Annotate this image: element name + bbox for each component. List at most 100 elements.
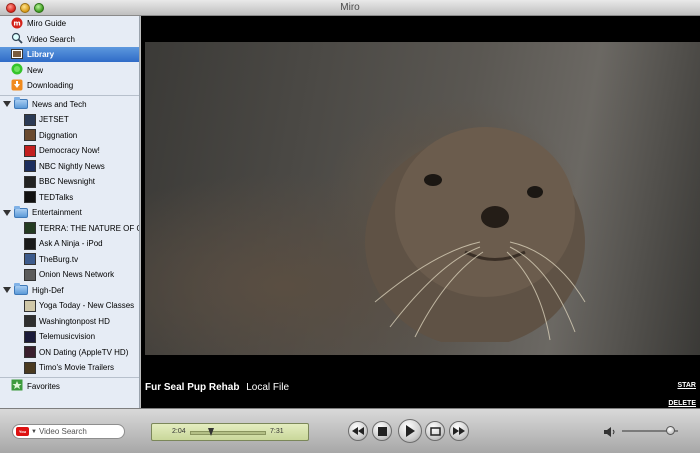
youtube-icon[interactable]: You bbox=[16, 427, 29, 436]
channel-item[interactable]: ON Dating (AppleTV HD) bbox=[0, 345, 139, 360]
play-button[interactable] bbox=[398, 419, 422, 443]
folder-entertainment[interactable]: Entertainment bbox=[0, 205, 139, 220]
channel-thumbnail-icon bbox=[24, 237, 36, 250]
folder-news-and-tech[interactable]: News and Tech bbox=[0, 97, 139, 112]
fast-forward-icon bbox=[453, 427, 465, 435]
sidebar-item-label: Downloading bbox=[27, 81, 74, 90]
channel-item[interactable]: TEDTalks bbox=[0, 190, 139, 205]
folder-icon bbox=[14, 283, 28, 295]
stop-button[interactable] bbox=[372, 421, 392, 441]
channel-item[interactable]: NBC Nightly News bbox=[0, 159, 139, 174]
video-source-label: Local File bbox=[246, 382, 290, 393]
channel-label: TheBurg.tv bbox=[39, 254, 79, 264]
sidebar-item-label: Miro Guide bbox=[27, 19, 67, 28]
fast-forward-button[interactable] bbox=[449, 421, 469, 441]
channel-item[interactable]: Telemusicvision bbox=[0, 329, 139, 344]
sidebar-item-downloading[interactable]: Downloading bbox=[0, 78, 139, 93]
channel-thumbnail-icon bbox=[24, 222, 36, 234]
video-player[interactable]: Fur Seal Pup Rehab Local File STAR DELET… bbox=[141, 16, 700, 408]
channel-thumbnail-icon bbox=[24, 268, 36, 281]
seek-bar[interactable] bbox=[190, 431, 266, 435]
channel-item[interactable]: BBC Newsnight bbox=[0, 174, 139, 189]
search-engine-dropdown-icon[interactable]: ▼ bbox=[31, 429, 37, 435]
channel-item[interactable]: Timo's Movie Trailers bbox=[0, 360, 139, 375]
channel-item[interactable]: Yoga Today - New Classes bbox=[0, 298, 139, 313]
channel-label: Diggnation bbox=[39, 130, 78, 140]
channel-thumbnail-icon bbox=[24, 346, 36, 358]
channel-label: Timo's Movie Trailers bbox=[39, 363, 115, 372]
disclosure-triangle-icon[interactable] bbox=[3, 209, 11, 216]
video-search-field[interactable]: You ▼ Video Search bbox=[12, 424, 125, 439]
download-icon bbox=[11, 79, 23, 93]
channel-thumbnail-icon bbox=[24, 299, 36, 312]
channel-item[interactable]: Ask A Ninja - iPod bbox=[0, 236, 139, 251]
channel-label: ON Dating (AppleTV HD) bbox=[39, 347, 129, 357]
disclosure-triangle-icon[interactable] bbox=[3, 287, 11, 293]
folder-label: High-Def bbox=[32, 285, 64, 295]
channel-item[interactable]: Democracy Now! bbox=[0, 143, 139, 158]
sidebar-item-new[interactable]: New bbox=[0, 63, 139, 78]
volume-knob[interactable] bbox=[666, 426, 676, 435]
new-badge-icon bbox=[11, 63, 23, 77]
sidebar-item-library[interactable]: Library bbox=[0, 47, 139, 62]
channel-thumbnail-icon bbox=[24, 315, 36, 327]
total-time: 7:31 bbox=[270, 428, 284, 435]
sidebar-item-favorites[interactable]: Favorites bbox=[0, 379, 139, 394]
sidebar-item-label: Video Search bbox=[27, 34, 75, 44]
channel-item[interactable]: TERRA: THE NATURE OF OUR WORLD bbox=[0, 221, 139, 236]
video-title: Fur Seal Pup Rehab bbox=[145, 382, 240, 393]
video-title-bar: Fur Seal Pup Rehab Local File bbox=[145, 382, 289, 393]
sidebar-item-label: New bbox=[27, 65, 44, 75]
sidebar-divider bbox=[0, 376, 139, 378]
channel-label: BBC Newsnight bbox=[39, 177, 96, 186]
video-search-placeholder[interactable]: Video Search bbox=[39, 427, 87, 436]
channel-thumbnail-icon bbox=[24, 144, 36, 157]
progress-panel: 2:04 7:31 bbox=[151, 423, 309, 441]
video-frame[interactable] bbox=[145, 42, 700, 355]
channel-label: NBC Nightly News bbox=[39, 161, 105, 171]
channel-item[interactable]: Washingtonpost HD bbox=[0, 314, 139, 329]
folder-label: Entertainment bbox=[32, 208, 82, 217]
folder-high-def[interactable]: High-Def bbox=[0, 283, 139, 298]
channel-thumbnail-icon bbox=[24, 113, 36, 126]
seal-image bbox=[365, 127, 586, 342]
speaker-icon[interactable] bbox=[604, 426, 616, 438]
channel-label: Yoga Today - New Classes bbox=[39, 301, 135, 310]
sidebar-item-video-search[interactable]: Video Search bbox=[0, 32, 139, 47]
rewind-icon bbox=[352, 427, 364, 435]
seek-handle[interactable] bbox=[208, 428, 215, 436]
channel-thumbnail-icon bbox=[24, 129, 36, 141]
folder-icon bbox=[14, 205, 28, 218]
favorites-icon bbox=[11, 379, 23, 393]
channel-label: Telemusicvision bbox=[39, 332, 96, 341]
channel-item[interactable]: JETSET bbox=[0, 112, 139, 127]
channel-label: Onion News Network bbox=[39, 270, 115, 279]
channel-item[interactable]: Diggnation bbox=[0, 128, 139, 143]
fullscreen-button[interactable] bbox=[425, 421, 445, 441]
rewind-button[interactable] bbox=[348, 421, 368, 441]
folder-icon bbox=[14, 97, 28, 109]
channel-label: Ask A Ninja - iPod bbox=[39, 239, 103, 248]
channel-label: Democracy Now! bbox=[39, 146, 100, 155]
svg-text:m: m bbox=[13, 19, 20, 27]
sidebar-divider bbox=[0, 94, 139, 96]
delete-link[interactable]: DELETE bbox=[668, 400, 696, 407]
sidebar: m Miro Guide Video Search Library New Downloa… bbox=[0, 16, 140, 408]
star-link[interactable]: STAR bbox=[677, 382, 696, 389]
channel-thumbnail-icon bbox=[24, 175, 36, 188]
fullscreen-icon bbox=[429, 426, 441, 436]
sidebar-item-label: Favorites bbox=[27, 381, 60, 391]
channel-thumbnail-icon bbox=[24, 191, 36, 203]
channel-item[interactable]: TheBurg.tv bbox=[0, 252, 139, 267]
bottom-control-bar: You ▼ Video Search 2:04 7:31 bbox=[0, 408, 700, 453]
sidebar-item-label: Library bbox=[27, 50, 55, 59]
library-icon bbox=[11, 48, 23, 62]
channel-item[interactable]: Onion News Network bbox=[0, 267, 139, 282]
play-icon bbox=[406, 425, 415, 437]
stop-icon bbox=[377, 426, 387, 436]
sidebar-item-miro-guide[interactable]: m Miro Guide bbox=[0, 16, 139, 31]
channel-label: TEDTalks bbox=[39, 192, 74, 202]
window-title: Miro bbox=[340, 2, 360, 13]
miro-logo-icon: m bbox=[11, 17, 23, 31]
disclosure-triangle-icon[interactable] bbox=[3, 101, 11, 107]
